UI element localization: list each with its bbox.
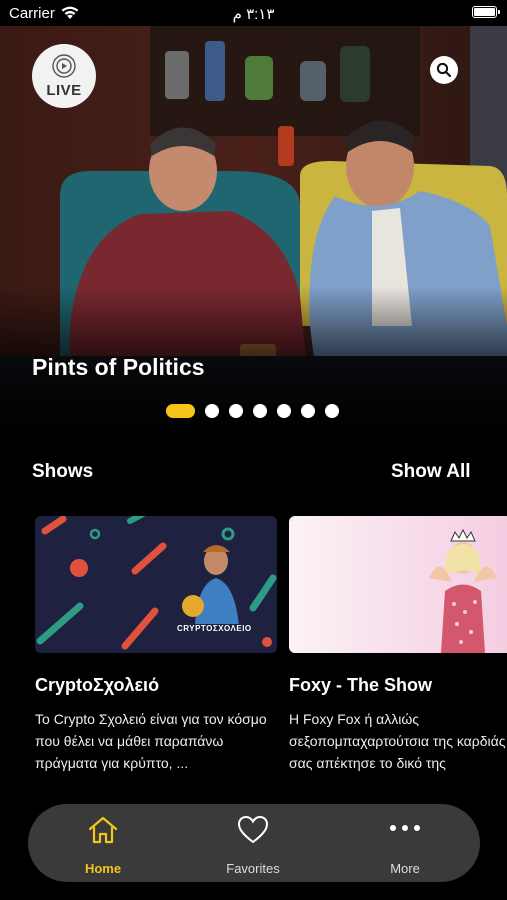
- show-description: Το Crypto Σχολειό είναι για τον κόσμο πο…: [35, 711, 267, 771]
- tab-label: More: [390, 861, 420, 876]
- hero-banner[interactable]: LIVE Pints of Politics: [0, 26, 507, 436]
- carousel-pagination[interactable]: [166, 404, 349, 418]
- carousel-dot[interactable]: [301, 404, 315, 418]
- carousel-dot[interactable]: [229, 404, 243, 418]
- thumbnail-caption: CRYPTOΣΧΟΛΕΙΟ: [177, 624, 252, 633]
- heart-icon: [237, 815, 269, 844]
- show-description: Η Foxy Fox ή αλλιώς σεξοπομπαχαρτούτσια …: [289, 711, 506, 771]
- search-icon: [436, 62, 452, 78]
- carousel-dot[interactable]: [277, 404, 291, 418]
- tab-label: Favorites: [226, 861, 280, 876]
- hero-title: Pints of Politics: [32, 354, 205, 380]
- tab-home[interactable]: Home: [48, 804, 158, 882]
- show-all-button[interactable]: Show All: [391, 461, 471, 483]
- carousel-dot-active[interactable]: [166, 404, 195, 418]
- live-label: LIVE: [46, 82, 82, 99]
- more-icon: [390, 825, 420, 831]
- live-icon: [52, 54, 76, 78]
- carousel-dot[interactable]: [253, 404, 267, 418]
- status-clock: ٣:١٣ م: [232, 6, 275, 23]
- show-thumbnail: [289, 516, 507, 653]
- show-card-crypto[interactable]: CRYPTOΣΧΟΛΕΙΟ CryptoΣχολειό Το Crypto Σχ…: [35, 516, 277, 771]
- tab-favorites[interactable]: Favorites: [198, 804, 308, 882]
- search-button[interactable]: [430, 56, 458, 84]
- carousel-dot[interactable]: [205, 404, 219, 418]
- live-button[interactable]: LIVE: [32, 44, 96, 108]
- show-thumbnail: CRYPTOΣΧΟΛΕΙΟ: [35, 516, 277, 653]
- home-icon: [88, 816, 118, 844]
- show-title: Foxy - The Show: [289, 675, 433, 695]
- tab-more[interactable]: More: [350, 804, 460, 882]
- battery-icon: [472, 6, 500, 18]
- tab-label: Home: [84, 861, 122, 876]
- status-bar: Carrier ٣:١٣ م: [0, 0, 507, 26]
- tab-bar: Home Favorites More: [28, 804, 480, 882]
- carousel-dot[interactable]: [325, 404, 339, 418]
- show-title: CryptoΣχολειό: [35, 675, 160, 695]
- shows-section-title: Shows: [32, 461, 94, 482]
- show-card-foxy[interactable]: Foxy - The Show Η Foxy Fox ή αλλιώς σεξο…: [289, 516, 507, 771]
